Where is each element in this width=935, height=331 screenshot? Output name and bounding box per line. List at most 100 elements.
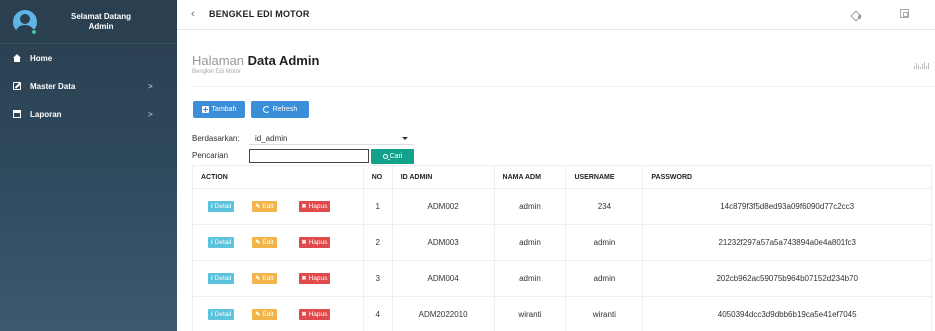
delete-button[interactable]: ✖ Hapus bbox=[298, 237, 331, 248]
filter-by-label: Berdasarkan: bbox=[192, 134, 240, 143]
info-icon: i bbox=[211, 311, 213, 318]
sidebar-toggle-icon[interactable]: ‹ bbox=[191, 8, 195, 20]
edit-icon: ✎ bbox=[255, 204, 261, 210]
detail-button[interactable]: i Detail bbox=[208, 201, 235, 212]
cell-id-admin: ADM004 bbox=[391, 260, 495, 297]
sidebar: Selamat Datang Admin Home Master Data > … bbox=[0, 0, 177, 331]
refresh-icon bbox=[262, 106, 270, 113]
column-header: NAMA ADM bbox=[493, 165, 567, 189]
detail-button-label: Detail bbox=[214, 311, 232, 318]
column-header: USERNAME bbox=[565, 165, 644, 189]
add-button-label: Tambah bbox=[211, 106, 237, 113]
close-icon: ✖ bbox=[301, 204, 307, 210]
cell-nama: admin bbox=[493, 260, 567, 297]
page-subtitle: Bengkel Edi Motor bbox=[192, 69, 242, 75]
edit-button-label: Edit bbox=[262, 239, 274, 246]
cell-id-admin: ADM2022010 bbox=[391, 296, 495, 331]
cell-nama: wiranti bbox=[493, 296, 567, 331]
table-row: i Detail ✎ Edit ✖ Hapus 2 ADM003 admin admin 21232… bbox=[192, 224, 932, 261]
edit-icon bbox=[13, 82, 21, 90]
sidebar-item-label: Master Data bbox=[30, 81, 76, 91]
admin-table: ACTION NO ID ADMIN NAMA ADM USERNAME PAS… bbox=[192, 165, 932, 331]
search-button[interactable]: Cari bbox=[371, 149, 414, 164]
close-icon: ✖ bbox=[301, 276, 307, 282]
row-actions: i Detail ✎ Edit ✖ Hapus bbox=[192, 296, 364, 331]
search-input[interactable] bbox=[249, 149, 369, 163]
sidebar-item-laporan[interactable]: Laporan > bbox=[0, 100, 177, 128]
chevron-right-icon: > bbox=[148, 82, 153, 91]
cell-nama: admin bbox=[493, 188, 567, 225]
cell-username: admin bbox=[565, 224, 644, 261]
row-actions: i Detail ✎ Edit ✖ Hapus bbox=[192, 224, 364, 261]
detail-button[interactable]: i Detail bbox=[208, 273, 235, 284]
bar-chart-icon bbox=[914, 61, 930, 69]
delete-button-label: Hapus bbox=[308, 203, 328, 210]
sidebar-item-master-data[interactable]: Master Data > bbox=[0, 72, 177, 100]
delete-button-label: Hapus bbox=[308, 275, 328, 282]
info-icon: i bbox=[211, 275, 213, 282]
edit-icon: ✎ bbox=[255, 312, 261, 318]
chevron-right-icon: > bbox=[148, 110, 153, 119]
page-header: Halaman Data Admin Bengkel Edi Motor bbox=[192, 53, 319, 75]
home-icon bbox=[13, 54, 21, 62]
paint-bucket-icon[interactable] bbox=[851, 10, 861, 19]
plus-icon bbox=[201, 106, 209, 113]
cell-no: 4 bbox=[362, 296, 393, 331]
edit-button[interactable]: ✎ Edit bbox=[252, 273, 277, 284]
info-icon: i bbox=[211, 203, 213, 210]
close-icon: ✖ bbox=[301, 240, 307, 246]
cell-password: 202cb962ac59075b964b07152d234b70 bbox=[642, 260, 932, 297]
page-title: Halaman Data Admin bbox=[192, 53, 319, 68]
fullscreen-icon[interactable] bbox=[900, 9, 909, 18]
detail-button-label: Detail bbox=[214, 275, 232, 282]
cell-no: 1 bbox=[362, 188, 393, 225]
top-bar: ‹ BENGKEL EDI MOTOR bbox=[177, 0, 935, 30]
table-row: i Detail ✎ Edit ✖ Hapus 3 ADM004 admin admin 202cb… bbox=[192, 260, 932, 297]
refresh-button[interactable]: Refresh bbox=[251, 101, 309, 118]
refresh-button-label: Refresh bbox=[272, 106, 298, 113]
filter-by-select[interactable]: id_admin bbox=[249, 131, 414, 145]
edit-icon: ✎ bbox=[255, 276, 261, 282]
cell-password: 21232f297a57a5a743894a0e4a801fc3 bbox=[642, 224, 932, 261]
user-role: Admin bbox=[88, 21, 114, 31]
edit-button-label: Edit bbox=[262, 311, 274, 318]
cell-username: admin bbox=[565, 260, 644, 297]
calendar-icon bbox=[13, 110, 21, 118]
detail-button[interactable]: i Detail bbox=[208, 237, 235, 248]
delete-button[interactable]: ✖ Hapus bbox=[298, 273, 331, 284]
edit-button[interactable]: ✎ Edit bbox=[252, 309, 277, 320]
detail-button-label: Detail bbox=[214, 239, 232, 246]
delete-button-label: Hapus bbox=[308, 239, 328, 246]
cell-username: wiranti bbox=[565, 296, 644, 331]
page-title-main: Data Admin bbox=[247, 53, 320, 68]
column-header: ACTION bbox=[192, 165, 364, 189]
online-status-dot bbox=[31, 29, 37, 35]
row-actions: i Detail ✎ Edit ✖ Hapus bbox=[192, 188, 364, 225]
table-row: i Detail ✎ Edit ✖ Hapus 1 ADM002 admin 234 14c879f… bbox=[192, 188, 932, 225]
edit-button[interactable]: ✎ Edit bbox=[252, 201, 277, 212]
table-header-row: ACTION NO ID ADMIN NAMA ADM USERNAME PAS… bbox=[192, 165, 932, 189]
column-header: PASSWORD bbox=[642, 165, 932, 189]
edit-button-label: Edit bbox=[262, 275, 274, 282]
edit-button[interactable]: ✎ Edit bbox=[252, 237, 277, 248]
sidebar-item-home[interactable]: Home bbox=[0, 44, 177, 72]
sidebar-item-label: Laporan bbox=[30, 109, 62, 119]
delete-button[interactable]: ✖ Hapus bbox=[298, 309, 331, 320]
filter-by-value: id_admin bbox=[255, 134, 288, 143]
cell-id-admin: ADM003 bbox=[391, 224, 495, 261]
cell-password: 4050394dcc3d9dbb6b19ca5e41ef7045 bbox=[642, 296, 932, 331]
user-greeting: Selamat Datang bbox=[71, 11, 132, 21]
row-actions: i Detail ✎ Edit ✖ Hapus bbox=[192, 260, 364, 297]
column-header: NO bbox=[362, 165, 393, 189]
delete-button[interactable]: ✖ Hapus bbox=[298, 201, 331, 212]
cell-password: 14c879f3f5d8ed93a09f6090d77c2cc3 bbox=[642, 188, 932, 225]
close-icon: ✖ bbox=[301, 312, 307, 318]
column-header: ID ADMIN bbox=[391, 165, 495, 189]
detail-button[interactable]: i Detail bbox=[208, 309, 235, 320]
delete-button-label: Hapus bbox=[308, 311, 328, 318]
table-row: i Detail ✎ Edit ✖ Hapus 4 ADM2022010 wiranti wira… bbox=[192, 296, 932, 331]
cell-id-admin: ADM002 bbox=[391, 188, 495, 225]
search-button-label: Cari bbox=[389, 153, 403, 160]
caret-down-icon bbox=[402, 137, 408, 140]
add-button[interactable]: Tambah bbox=[193, 101, 245, 118]
